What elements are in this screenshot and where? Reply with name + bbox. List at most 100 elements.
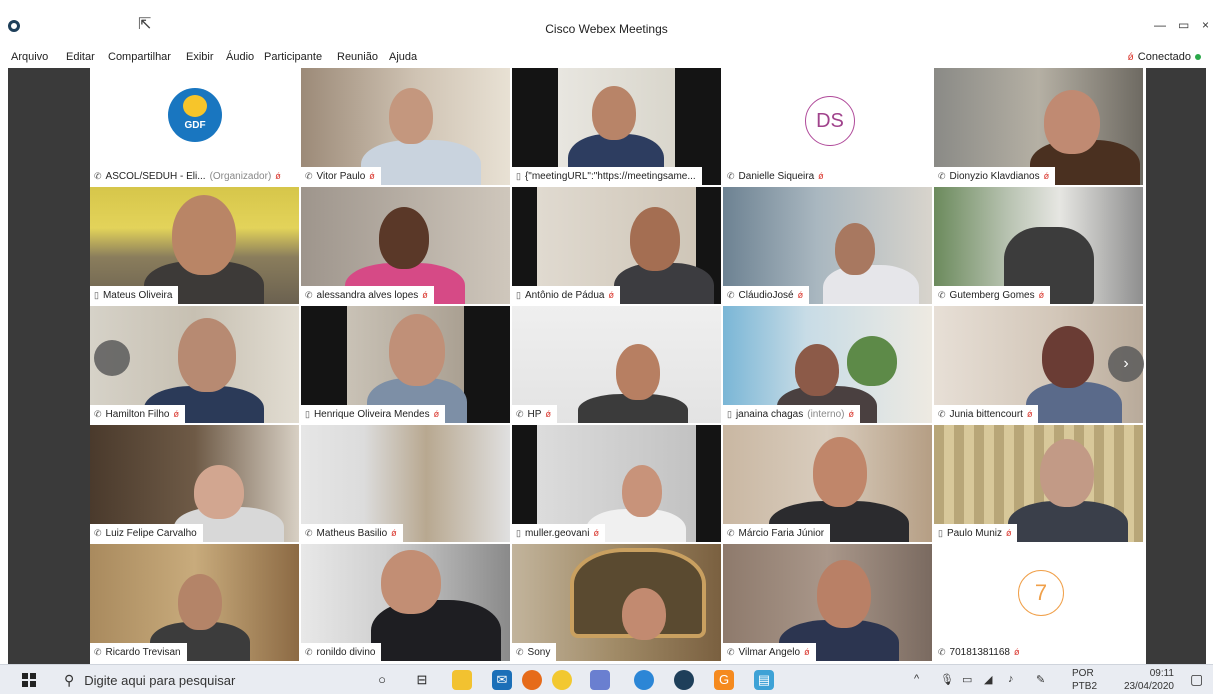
video-tile[interactable]: ▯ Paulo Muniz ǿ [934,425,1143,542]
search-placeholder: Digite aqui para pesquisar [84,672,236,688]
notifications-icon[interactable]: ▢ [1190,671,1203,688]
firefox-icon[interactable] [522,670,542,690]
windows-taskbar: ⚲ Digite aqui para pesquisar ○ ⊟ ✉ G ▤ ^… [0,664,1213,694]
clock[interactable]: 09:11 23/04/2020 [1088,667,1174,693]
browser-icon[interactable] [634,670,654,690]
video-tile[interactable]: ▯ Antônio de Pádua ǿ [512,187,721,304]
participant-label: ✆ alessandra alves lopes ǿ [301,286,434,304]
mic-muted-icon: ǿ [391,528,397,538]
menu-ajuda[interactable]: Ajuda [389,51,417,63]
participant-name: Matheus Basilio [316,527,388,539]
menu-exibir[interactable]: Exibir [186,51,214,63]
mail-icon[interactable]: ✉ [492,670,512,690]
participant-label: ✆ HP ǿ [512,405,557,423]
video-tile[interactable]: ✆ Matheus Basilio ǿ [301,425,510,542]
close-icon[interactable]: × [1202,18,1209,32]
mic-muted-icon: ǿ [545,409,551,419]
participant-label: ▯ {"meetingURL":"https://meetingsame... [512,167,702,185]
windows-start-icon[interactable] [22,673,36,687]
video-tile[interactable]: ✆ Luiz Felipe Carvalho [90,425,299,542]
task-view-icon[interactable]: ⊟ [412,670,432,690]
menu-reuniao[interactable]: Reunião [337,51,378,63]
left-filmstrip-margin [8,68,90,664]
previous-page-button[interactable] [94,340,130,376]
video-tile[interactable]: ▯ {"meetingURL":"https://meetingsame... [512,68,721,185]
mic-muted-icon: ǿ [1005,528,1012,538]
restore-icon[interactable]: ▭ [1178,18,1189,32]
notepad-icon[interactable]: ▤ [754,670,774,690]
phone-icon: ✆ [516,408,524,419]
video-tile[interactable]: ✆ HP ǿ [512,306,721,423]
file-explorer-icon[interactable] [452,670,472,690]
video-tile[interactable]: DS ✆ Danielle Siqueira ǿ [723,68,932,185]
video-tile[interactable]: ▯ muller.geovani ǿ [512,425,721,542]
participant-label: ✆ Márcio Faria Júnior [723,524,831,542]
menu-participante[interactable]: Participante [264,51,322,63]
volume-icon[interactable]: ♪ [1008,673,1014,685]
phone-icon: ✆ [727,289,735,300]
video-tile[interactable]: ▯ janaina chagas (interno) ǿ [723,306,932,423]
participant-name: Paulo Muniz [946,527,1002,539]
office-icon[interactable]: G [714,670,734,690]
participant-name: Ricardo Trevisan [105,646,181,658]
title-bar: ⇱ Cisco Webex Meetings — ▭ × [0,0,1213,46]
mic-muted-icon: ǿ [369,171,375,181]
microphone-icon[interactable]: 🎙 [940,673,954,686]
network-icon[interactable]: ◢ [984,673,992,686]
mic-muted-icon: ǿ [1013,647,1020,657]
video-tile[interactable]: ▯ Henrique Oliveira Mendes ǿ [301,306,510,423]
device-icon: ▯ [516,170,521,181]
video-tile[interactable]: ✆ alessandra alves lopes ǿ [301,187,510,304]
next-page-button[interactable]: › [1108,346,1144,382]
participant-name: Gutemberg Gomes [949,289,1035,301]
participant-label: ✆ Hamilton Filho ǿ [90,405,185,423]
participant-label: ✆ Dionyzio Klavdianos ǿ [934,167,1056,185]
video-tile[interactable]: ✆ Márcio Faria Júnior [723,425,932,542]
mic-muted-icon: ǿ [848,409,854,419]
menu-editar[interactable]: Editar [66,51,95,63]
pen-icon[interactable]: ✎ [1036,673,1045,686]
paint-icon[interactable] [590,670,610,690]
participant-role: (Organizador) [209,170,272,182]
video-tile[interactable]: ✆ Vilmar Angelo ǿ [723,544,932,661]
video-tile[interactable]: ✆ Dionyzio Klavdianos ǿ [934,68,1143,185]
video-tile[interactable]: ✆ Sony [512,544,721,661]
phone-icon: ✆ [94,527,102,538]
video-tile[interactable]: ✆ ronildo divino [301,544,510,661]
phone-icon: ✆ [938,408,946,419]
menu-arquivo[interactable]: Arquivo [11,51,48,63]
video-tile[interactable]: ✆ Ricardo Trevisan [90,544,299,661]
avatar-initials: DS [805,96,855,146]
participant-label: ✆ ronildo divino [301,643,382,661]
show-hidden-icons-icon[interactable]: ^ [914,673,919,685]
menu-compartilhar[interactable]: Compartilhar [108,51,171,63]
menu-audio[interactable]: Áudio [226,51,254,63]
right-filmstrip-margin [1146,68,1206,664]
minimize-icon[interactable]: — [1154,18,1166,32]
participant-label: ✆ Junia bittencourt ǿ [934,405,1039,423]
participant-label: ✆ CláudioJosé ǿ [723,286,810,304]
phone-icon: ✆ [94,170,102,181]
video-tile[interactable]: ✆ Gutemberg Gomes ǿ [934,187,1143,304]
device-icon: ▯ [727,408,732,419]
participant-name: alessandra alves lopes [316,289,419,301]
video-tile[interactable]: 7 ✆ 70181381168 ǿ [934,544,1143,661]
video-tile[interactable]: ✆ Vitor Paulo ǿ [301,68,510,185]
chrome-icon[interactable] [552,670,572,690]
mic-muted-icon: ǿ [275,171,281,181]
connected-dot-icon [1195,54,1201,61]
video-tile[interactable]: ✆ CláudioJosé ǿ [723,187,932,304]
participant-name: Mateus Oliveira [102,289,173,301]
video-tile[interactable]: ▯ Mateus Oliveira [90,187,299,304]
mic-muted-icon: ǿ [1127,52,1134,63]
phone-icon: ✆ [727,170,735,181]
participant-name: Dionyzio Klavdianos [949,170,1040,182]
cortana-icon[interactable]: ○ [372,670,392,690]
participant-name: Hamilton Filho [105,408,170,420]
menu-bar: Arquivo Editar Compartilhar Exibir Áudio… [0,46,1213,68]
taskbar-search[interactable]: ⚲ Digite aqui para pesquisar [52,668,350,692]
webex-taskbar-icon[interactable] [674,670,694,690]
device-icon: ▯ [305,408,310,419]
video-tile[interactable]: GDF ✆ ASCOL/SEDUH - Eli... (Organizador) ǿ [90,68,299,185]
mic-muted-icon: ǿ [173,409,179,419]
